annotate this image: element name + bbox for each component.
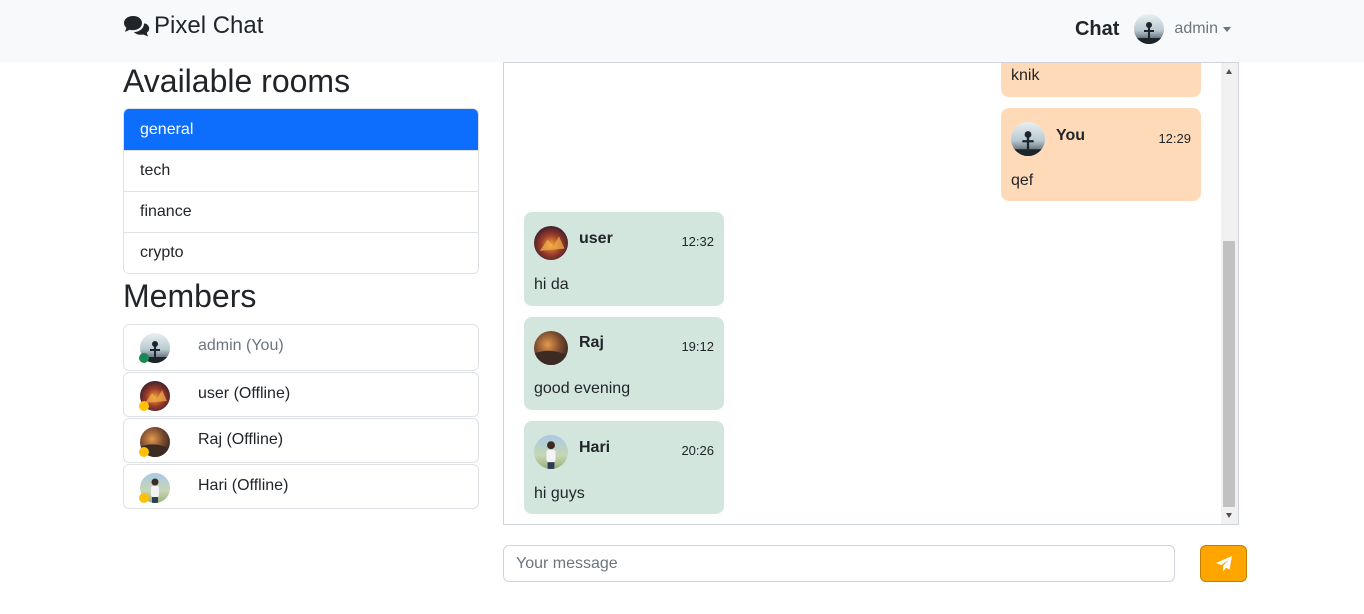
message-bubble-theirs: Hari 20:26 hi guys (524, 421, 724, 514)
user-avatar-image (1134, 14, 1165, 44)
scrollbar-thumb[interactable] (1223, 241, 1235, 507)
room-list: general tech finance crypto (123, 108, 479, 274)
member-list: admin (You) user (Offline) Raj (Offline) (123, 324, 479, 510)
room-item-finance[interactable]: finance (124, 191, 478, 232)
message-text: knik (1011, 67, 1040, 84)
member-name: user (Offline) (198, 385, 291, 402)
room-item-general[interactable]: general (124, 109, 478, 150)
message-sender: Hari (579, 439, 611, 456)
offline-status-dot (139, 447, 149, 457)
member-item-raj[interactable]: Raj (Offline) (123, 418, 479, 463)
message-bubble-mine: knik (1001, 63, 1201, 97)
brand-name: Pixel Chat (154, 12, 264, 39)
nav-chat-link[interactable]: Chat (1075, 18, 1119, 41)
raj-avatar-image (534, 331, 568, 365)
scrollbar[interactable] (1221, 63, 1238, 524)
message-sender: You (1056, 127, 1086, 144)
member-name: Raj (Offline) (198, 431, 284, 448)
member-item-admin[interactable]: admin (You) (123, 324, 479, 371)
message-input[interactable] (503, 545, 1175, 582)
hari-avatar-image (534, 435, 568, 469)
message-bubble-theirs: user 12:32 hi da (524, 212, 724, 306)
paper-plane-icon (1215, 555, 1232, 571)
avatar (534, 435, 568, 469)
offline-status-dot (139, 401, 149, 411)
message-bubble-mine: You 12:29 qef (1001, 108, 1201, 201)
member-name: Hari (Offline) (198, 477, 289, 494)
message-bubble-theirs: Raj 19:12 good evening (524, 317, 724, 410)
message-time: 12:29 (1158, 131, 1191, 146)
members-title: Members (123, 278, 257, 314)
member-item-hari[interactable]: Hari (Offline) (123, 464, 479, 509)
member-name: admin (You) (198, 337, 284, 354)
member-item-user[interactable]: user (Offline) (123, 372, 479, 417)
room-item-tech[interactable]: tech (124, 150, 478, 191)
offline-status-dot (139, 493, 149, 503)
message-text: hi da (534, 276, 569, 293)
room-item-crypto[interactable]: crypto (124, 232, 478, 273)
message-text: hi guys (534, 485, 585, 502)
user-dropdown[interactable]: admin (1174, 20, 1231, 38)
avatar (1011, 122, 1045, 156)
avatar (534, 226, 568, 260)
message-sender: Raj (579, 334, 604, 351)
message-list[interactable]: knik You 12:29 qef user 12:32 hi da Raj … (503, 62, 1239, 525)
user-avatar-image (534, 226, 568, 260)
comments-icon (124, 16, 150, 37)
caret-down-icon (1223, 27, 1231, 32)
avatar (534, 331, 568, 365)
message-text: good evening (534, 380, 631, 397)
you-avatar-image (1011, 122, 1045, 156)
navbar: Pixel Chat Chat admin (0, 0, 1364, 62)
message-time: 20:26 (681, 443, 714, 458)
scroll-up-arrow-icon[interactable] (1226, 69, 1232, 74)
avatar[interactable] (1134, 14, 1165, 44)
rooms-title: Available rooms (123, 63, 351, 99)
message-time: 12:32 (681, 234, 714, 249)
message-text: qef (1011, 172, 1034, 189)
brand-link[interactable]: Pixel Chat (123, 12, 263, 40)
user-dropdown-label: admin (1174, 20, 1218, 37)
send-button[interactable] (1200, 545, 1247, 582)
scroll-down-arrow-icon[interactable] (1226, 513, 1232, 518)
online-status-dot (139, 353, 149, 363)
message-time: 19:12 (681, 339, 714, 354)
message-sender: user (579, 230, 613, 247)
